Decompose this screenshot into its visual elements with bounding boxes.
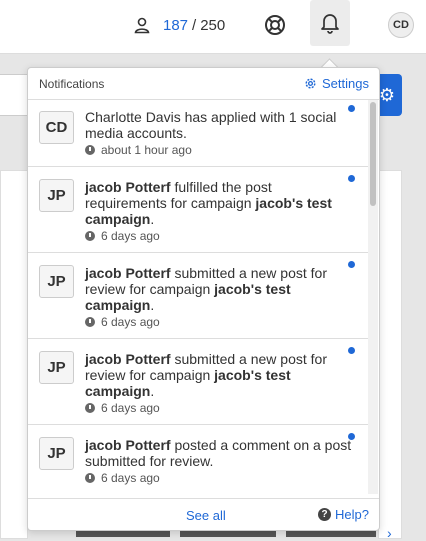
panel-title: Notifications	[39, 77, 105, 91]
panel-footer: See all ? Help?	[28, 498, 379, 530]
gear-icon: ⚙	[378, 84, 396, 105]
usage-current: 187	[163, 16, 189, 34]
clock-icon	[85, 145, 95, 155]
notification-list: CD Charlotte Davis has applied with 1 so…	[28, 100, 368, 494]
question-icon: ?	[318, 508, 332, 521]
notification-time: 6 days ago	[85, 471, 160, 485]
notification-text-part: .	[150, 383, 155, 399]
help-ring-icon[interactable]	[264, 14, 286, 36]
notifications-button[interactable]	[310, 0, 350, 46]
clock-icon	[85, 473, 95, 483]
notification-item[interactable]: CD Charlotte Davis has applied with 1 so…	[28, 100, 368, 167]
notification-text: jacob Potterf submitted a new post for r…	[85, 265, 345, 313]
notification-time: about 1 hour ago	[85, 143, 192, 157]
user-avatar[interactable]: CD	[388, 12, 414, 38]
unread-dot	[348, 433, 355, 440]
avatar: CD	[39, 111, 74, 144]
notification-item[interactable]: JP jacob Potterf submitted a new post fo…	[28, 339, 368, 425]
notification-time: 6 days ago	[85, 401, 160, 415]
help-link[interactable]: ? Help?	[318, 507, 369, 522]
actor-name: jacob Potterf	[85, 265, 171, 281]
panel-header: Notifications Settings	[28, 68, 379, 100]
actor-name: jacob Potterf	[85, 179, 171, 195]
time-label: 6 days ago	[101, 401, 160, 415]
chevron-right-icon: ›	[387, 525, 392, 541]
notifications-panel: Notifications Settings CD Charlotte Davi…	[27, 67, 380, 531]
unread-dot	[348, 175, 355, 182]
see-all-link[interactable]: See all	[186, 508, 226, 523]
clock-icon	[85, 231, 95, 241]
notification-text: jacob Potterf fulfilled the post require…	[85, 179, 345, 227]
notification-item[interactable]: JP jacob Potterf posted a comment on a p…	[28, 425, 368, 494]
time-label: 6 days ago	[101, 315, 160, 329]
time-label: about 1 hour ago	[101, 143, 192, 157]
time-label: 6 days ago	[101, 229, 160, 243]
settings-link[interactable]: Settings	[304, 76, 369, 91]
usage-counter: 187 / 250	[133, 14, 225, 36]
gear-icon	[305, 78, 316, 89]
notification-text-part: .	[150, 297, 155, 313]
unread-dot	[348, 105, 355, 112]
help-label: Help?	[335, 507, 369, 522]
notification-item[interactable]: JP jacob Potterf submitted a new post fo…	[28, 253, 368, 339]
bell-icon	[321, 14, 339, 34]
notification-text-part: Charlotte Davis has applied with 1 socia…	[85, 109, 337, 141]
unread-dot	[348, 347, 355, 354]
avatar: JP	[39, 437, 74, 470]
notification-text: Charlotte Davis has applied with 1 socia…	[85, 109, 345, 141]
usage-total: 250	[200, 16, 226, 34]
scrollbar[interactable]	[368, 100, 378, 494]
actor-name: jacob Potterf	[85, 437, 171, 453]
notification-time: 6 days ago	[85, 315, 160, 329]
notification-item[interactable]: JP jacob Potterf fulfilled the post requ…	[28, 167, 368, 253]
settings-label: Settings	[322, 76, 369, 91]
scrollbar-thumb[interactable]	[370, 102, 376, 206]
actor-name: jacob Potterf	[85, 351, 171, 367]
notification-text-part: .	[150, 211, 155, 227]
clock-icon	[85, 317, 95, 327]
background-card	[378, 170, 402, 539]
background-card	[0, 170, 28, 539]
clock-icon	[85, 403, 95, 413]
avatar: JP	[39, 351, 74, 384]
notification-text: jacob Potterf submitted a new post for r…	[85, 351, 345, 399]
time-label: 6 days ago	[101, 471, 160, 485]
top-bar: 187 / 250 CD	[0, 0, 426, 54]
avatar: JP	[39, 265, 74, 298]
user-icon	[134, 17, 150, 34]
avatar: JP	[39, 179, 74, 212]
notification-time: 6 days ago	[85, 229, 160, 243]
usage-separator: /	[192, 16, 197, 34]
notification-text: jacob Potterf posted a comment on a post…	[85, 437, 355, 469]
unread-dot	[348, 261, 355, 268]
